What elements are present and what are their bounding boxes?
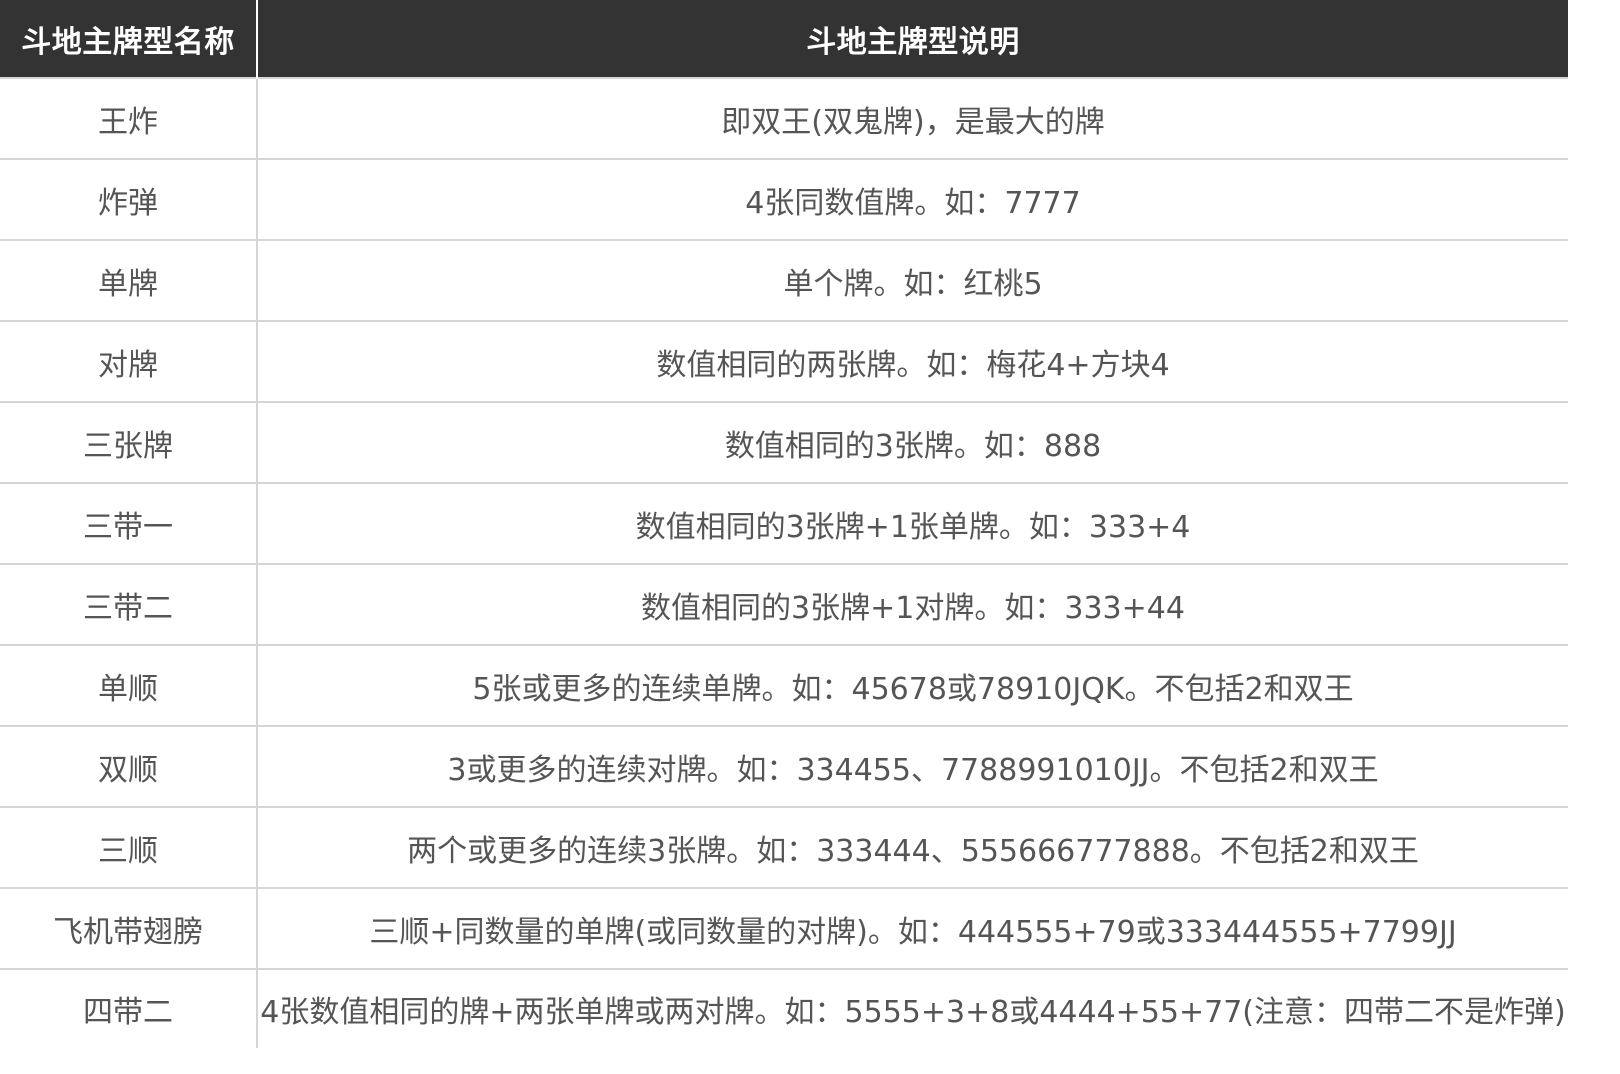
card-type-desc: 4张同数值牌。如：7777 (257, 158, 1568, 240)
table-row: 飞机带翅膀 三顺+同数量的单牌(或同数量的对牌)。如：444555+79或333… (0, 887, 1568, 969)
card-type-name: 飞机带翅膀 (0, 887, 258, 969)
header-desc-column: 斗地主牌型说明 (257, 0, 1568, 78)
card-type-name: 王炸 (0, 77, 258, 159)
card-type-desc: 数值相同的3张牌+1对牌。如：333+44 (257, 563, 1568, 645)
card-type-desc: 两个或更多的连续3张牌。如：333444、555666777888。不包括2和双… (257, 806, 1568, 888)
table-row: 四带二 4张数值相同的牌+两张单牌或两对牌。如：5555+3+8或4444+55… (0, 968, 1568, 1048)
table-row: 单顺 5张或更多的连续单牌。如：45678或78910JQK。不包括2和双王 (0, 644, 1568, 726)
card-type-desc: 三顺+同数量的单牌(或同数量的对牌)。如：444555+79或333444555… (257, 887, 1568, 969)
table-row: 炸弹 4张同数值牌。如：7777 (0, 158, 1568, 240)
table-row: 对牌 数值相同的两张牌。如：梅花4+方块4 (0, 320, 1568, 402)
card-type-name: 炸弹 (0, 158, 258, 240)
table-row: 三带二 数值相同的3张牌+1对牌。如：333+44 (0, 563, 1568, 645)
card-types-table-container: 斗地主牌型名称 斗地主牌型说明 王炸 即双王(双鬼牌)，是最大的牌 炸弹 4张同… (0, 0, 1568, 1048)
card-types-table: 斗地主牌型名称 斗地主牌型说明 王炸 即双王(双鬼牌)，是最大的牌 炸弹 4张同… (0, 0, 1568, 1048)
card-type-name: 三带一 (0, 482, 258, 564)
card-type-desc: 即双王(双鬼牌)，是最大的牌 (257, 77, 1568, 159)
table-row: 三顺 两个或更多的连续3张牌。如：333444、555666777888。不包括… (0, 806, 1568, 888)
card-type-desc: 单个牌。如：红桃5 (257, 239, 1568, 321)
header-name-column: 斗地主牌型名称 (0, 0, 258, 78)
card-type-desc: 4张数值相同的牌+两张单牌或两对牌。如：5555+3+8或4444+55+77(… (257, 968, 1568, 1048)
table-row: 王炸 即双王(双鬼牌)，是最大的牌 (0, 77, 1568, 159)
card-type-name: 单顺 (0, 644, 258, 726)
card-type-name: 四带二 (0, 968, 258, 1048)
card-type-desc: 数值相同的两张牌。如：梅花4+方块4 (257, 320, 1568, 402)
table-body: 王炸 即双王(双鬼牌)，是最大的牌 炸弹 4张同数值牌。如：7777 单牌 单个… (0, 77, 1568, 1048)
table-row: 三张牌 数值相同的3张牌。如：888 (0, 401, 1568, 483)
card-type-name: 双顺 (0, 725, 258, 807)
table-row: 双顺 3或更多的连续对牌。如：334455、7788991010JJ。不包括2和… (0, 725, 1568, 807)
card-type-name: 单牌 (0, 239, 258, 321)
table-row: 三带一 数值相同的3张牌+1张单牌。如：333+4 (0, 482, 1568, 564)
table-row: 单牌 单个牌。如：红桃5 (0, 239, 1568, 321)
card-type-desc: 3或更多的连续对牌。如：334455、7788991010JJ。不包括2和双王 (257, 725, 1568, 807)
card-type-name: 对牌 (0, 320, 258, 402)
card-type-desc: 数值相同的3张牌。如：888 (257, 401, 1568, 483)
card-type-desc: 数值相同的3张牌+1张单牌。如：333+4 (257, 482, 1568, 564)
card-type-name: 三带二 (0, 563, 258, 645)
header-row: 斗地主牌型名称 斗地主牌型说明 (0, 0, 1568, 78)
card-type-name: 三张牌 (0, 401, 258, 483)
card-type-name: 三顺 (0, 806, 258, 888)
card-type-desc: 5张或更多的连续单牌。如：45678或78910JQK。不包括2和双王 (257, 644, 1568, 726)
table-header: 斗地主牌型名称 斗地主牌型说明 (0, 0, 1568, 78)
